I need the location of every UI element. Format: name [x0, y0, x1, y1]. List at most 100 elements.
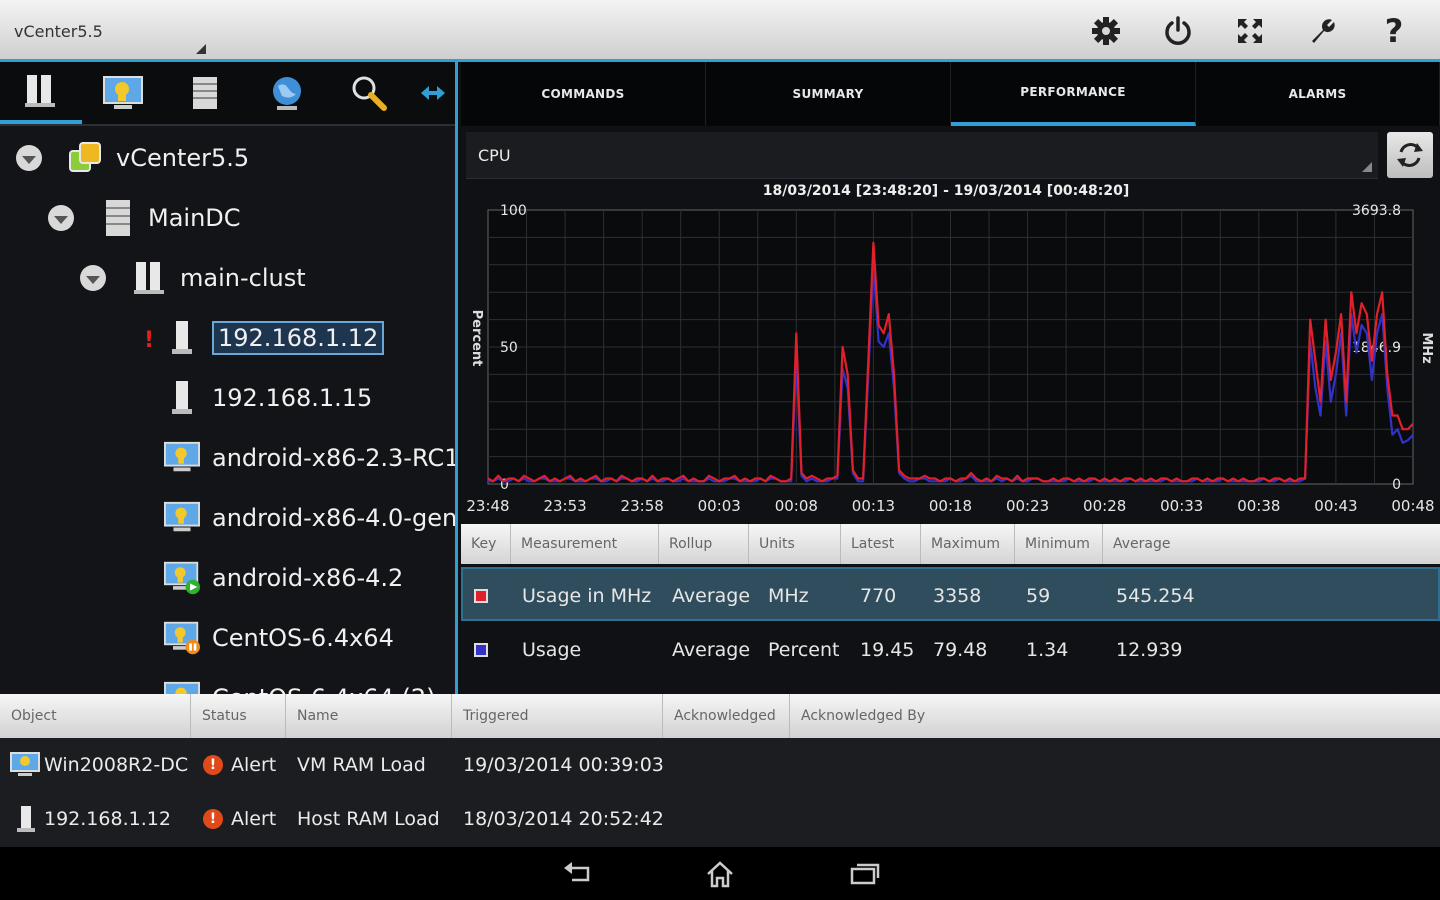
inventory-pane: vCenter5.5 MainDC main-clust ! 192.168.1…: [0, 62, 458, 694]
metric-dropdown[interactable]: CPU: [466, 132, 1378, 179]
chart-y-label: Percent: [469, 310, 484, 367]
wrench-icon[interactable]: [1286, 8, 1358, 54]
collapse-toggle[interactable]: [16, 145, 42, 171]
app-title: vCenter5.5: [14, 22, 103, 41]
tree-label-datacenter: MainDC: [148, 204, 241, 232]
search-icon[interactable]: [328, 62, 410, 124]
tree-label-vm-5: CentOS-6.4x64 (2): [212, 684, 435, 694]
cell-units: MHz: [768, 585, 809, 607]
series-color-swatch: [474, 589, 488, 603]
chart-title: 18/03/2014 [23:48:20] - 19/03/2014 [00:4…: [763, 183, 1130, 199]
col-name[interactable]: Name: [286, 694, 452, 738]
tab-summary[interactable]: SUMMARY: [706, 62, 951, 126]
vm-suspended-icon: [164, 618, 200, 658]
tree-label-vm-3: android-x86-4.2: [212, 564, 404, 592]
col-acknowledged-by[interactable]: Acknowledged By: [790, 694, 1440, 738]
x-tick-label: 00:23: [1006, 497, 1049, 515]
status-label: Alert: [231, 808, 277, 830]
y2-tick-label: 0: [1392, 477, 1401, 493]
tree-node-vm-4[interactable]: CentOS-6.4x64: [164, 608, 394, 668]
alarm-row[interactable]: Win2008R2-DC ! Alert VM RAM Load 19/03/2…: [0, 738, 1440, 792]
tree-label-root: vCenter5.5: [116, 144, 250, 172]
network-icon[interactable]: [246, 62, 328, 124]
gear-icon[interactable]: [1070, 8, 1142, 54]
top-toolbar: ?: [1070, 8, 1430, 54]
cell-minimum: 1.34: [1026, 639, 1069, 661]
vm-icon: [164, 498, 200, 538]
collapse-toggle[interactable]: [48, 205, 74, 231]
vcenter-icon: [68, 138, 104, 178]
performance-chart: 18/03/2014 [23:48:20] - 19/03/2014 [00:4…: [461, 178, 1440, 524]
tree-label-vm-1: android-x86-2.3-RC1-e: [212, 444, 458, 472]
tree-node-vm-2[interactable]: android-x86-4.0-gener: [164, 488, 458, 548]
series-color-swatch: [474, 643, 488, 657]
datastore-icon[interactable]: [164, 62, 246, 124]
tree-node-datacenter[interactable]: MainDC: [48, 188, 241, 248]
tree-node-vm-1[interactable]: android-x86-2.3-RC1-e: [164, 428, 458, 488]
col-triggered[interactable]: Triggered: [452, 694, 663, 738]
cell-minimum: 59: [1026, 585, 1051, 607]
col-minimum[interactable]: Minimum: [1015, 524, 1103, 564]
tree-node-host-1[interactable]: ! 192.168.1.12: [144, 308, 385, 368]
x-tick-label: 00:38: [1237, 497, 1280, 515]
col-rollup[interactable]: Rollup: [659, 524, 749, 564]
collapse-toggle[interactable]: [80, 265, 106, 291]
perf-row[interactable]: Usage Average Percent 19.45 79.48 1.34 1…: [461, 623, 1440, 677]
col-status[interactable]: Status: [191, 694, 286, 738]
col-average[interactable]: Average: [1103, 524, 1440, 564]
x-tick-label: 23:58: [621, 497, 664, 515]
col-latest[interactable]: Latest: [841, 524, 921, 564]
alarm-row[interactable]: 192.168.1.12 ! Alert Host RAM Load 18/03…: [0, 792, 1440, 846]
tree-node-vm-5[interactable]: CentOS-6.4x64 (2): [164, 668, 435, 694]
power-icon[interactable]: [1142, 8, 1214, 54]
tab-alarms[interactable]: ALARMS: [1196, 62, 1440, 126]
status-label: Alert: [231, 754, 277, 776]
perf-row[interactable]: Usage in MHz Average MHz 770 3358 59 545…: [461, 567, 1440, 621]
cell-object: 192.168.1.12: [14, 792, 171, 846]
help-icon[interactable]: ?: [1358, 8, 1430, 54]
tab-commands[interactable]: COMMANDS: [461, 62, 706, 126]
col-key[interactable]: Key: [461, 524, 511, 564]
cell-latest: 770: [860, 585, 897, 607]
col-acknowledged[interactable]: Acknowledged: [663, 694, 790, 738]
col-measurement[interactable]: Measurement: [511, 524, 659, 564]
col-maximum[interactable]: Maximum: [921, 524, 1015, 564]
back-icon[interactable]: [548, 855, 608, 893]
metric-selected: CPU: [478, 146, 511, 165]
y2-tick-label: 3693.8: [1352, 203, 1401, 219]
tree-label-vm-2: android-x86-4.0-gener: [212, 504, 458, 532]
tree-node-root[interactable]: vCenter5.5: [16, 128, 249, 188]
tree-node-cluster[interactable]: main-clust: [80, 248, 306, 308]
series-key: [474, 623, 488, 677]
cell-object: Win2008R2-DC: [10, 738, 188, 792]
cell-name: VM RAM Load: [297, 754, 426, 776]
title-bar: vCenter5.5 ?: [0, 0, 1440, 62]
perf-table-header: Key Measurement Rollup Units Latest Maxi…: [461, 524, 1440, 564]
cell-status: ! Alert: [203, 738, 276, 792]
col-object[interactable]: Object: [0, 694, 191, 738]
tree-node-vm-3[interactable]: android-x86-4.2: [164, 548, 403, 608]
vm-icon[interactable]: [82, 62, 164, 124]
x-tick-label: 00:08: [775, 497, 818, 515]
recents-icon[interactable]: [835, 855, 895, 893]
x-tick-label: 00:03: [698, 497, 741, 515]
tree-label-cluster: main-clust: [180, 264, 306, 292]
fullscreen-icon[interactable]: [1214, 8, 1286, 54]
tab-performance[interactable]: PERFORMANCE: [951, 62, 1196, 126]
col-units[interactable]: Units: [749, 524, 841, 564]
home-icon[interactable]: [690, 855, 750, 893]
cell-triggered: 19/03/2014 00:39:03: [463, 754, 664, 776]
vm-icon: [164, 438, 200, 478]
cell-measurement: Usage in MHz: [522, 585, 652, 607]
refresh-button[interactable]: [1387, 132, 1433, 178]
x-tick-label: 00:28: [1083, 497, 1126, 515]
tree-node-host-2[interactable]: 192.168.1.15: [164, 368, 372, 428]
series-key: [474, 569, 488, 623]
cell-units: Percent: [768, 639, 840, 661]
cluster-icon[interactable]: [0, 62, 82, 124]
arrows-icon[interactable]: [410, 62, 455, 124]
cell-latest: 19.45: [860, 639, 915, 661]
x-tick-label: 23:53: [543, 497, 586, 515]
cell-average: 545.254: [1116, 585, 1195, 607]
title-dropdown-indicator[interactable]: [196, 44, 206, 54]
